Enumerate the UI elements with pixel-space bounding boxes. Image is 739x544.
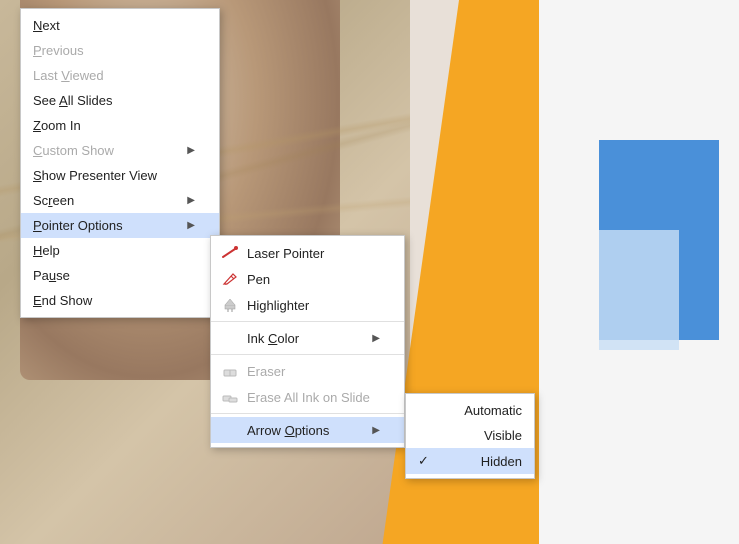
menu-item-zoom-in[interactable]: Zoom In — [21, 113, 219, 138]
menu-item-hidden[interactable]: ✓ Hidden — [406, 448, 534, 474]
menu-item-next-label: Next — [33, 18, 60, 33]
menu-item-erase-all-ink[interactable]: Erase All Ink on Slide — [211, 384, 404, 410]
laser-pointer-label: Laser Pointer — [247, 246, 324, 261]
menu-item-ink-color[interactable]: Ink Color ▶ — [211, 325, 404, 351]
pen-label: Pen — [247, 272, 270, 287]
menu-item-show-presenter-view[interactable]: Show Presenter View — [21, 163, 219, 188]
menu-item-screen[interactable]: Screen ▶ — [21, 188, 219, 213]
menu-item-pointer-options-label: Pointer Options — [33, 218, 123, 233]
menu-item-help-label: Help — [33, 243, 60, 258]
menu-item-zoom-in-label: Zoom In — [33, 118, 81, 133]
menu-item-show-presenter-view-label: Show Presenter View — [33, 168, 157, 183]
pen-icon — [221, 271, 241, 287]
visible-label: Visible — [484, 428, 522, 443]
menu-item-custom-show-label: Custom Show — [33, 143, 114, 158]
hidden-label: Hidden — [481, 454, 522, 469]
menu-item-automatic[interactable]: Automatic — [406, 398, 534, 423]
screen-chevron-icon: ▶ — [187, 195, 195, 206]
eraser-icon — [221, 363, 241, 379]
eraser-label: Eraser — [247, 364, 285, 379]
light-blue-rectangle — [599, 230, 679, 350]
pointer-options-submenu: Laser Pointer Pen — [210, 235, 405, 448]
menu-item-screen-label: Screen — [33, 193, 74, 208]
laser-pointer-icon — [221, 245, 241, 261]
pointer-options-chevron-icon: ▶ — [187, 220, 195, 231]
menu-item-pause[interactable]: Pause — [21, 263, 219, 288]
erase-all-ink-label: Erase All Ink on Slide — [247, 390, 370, 405]
ink-color-content: Ink Color — [221, 330, 299, 346]
menu-item-pen[interactable]: Pen — [211, 266, 404, 292]
menu-item-see-all-slides-label: See All Slides — [33, 93, 113, 108]
menu-item-eraser[interactable]: Eraser — [211, 358, 404, 384]
ink-color-chevron-icon: ▶ — [372, 333, 380, 344]
menu-item-previous[interactable]: Previous — [21, 38, 219, 63]
menu-item-see-all-slides[interactable]: See All Slides — [21, 88, 219, 113]
arrow-options-submenu: Automatic Visible ✓ Hidden — [405, 393, 535, 479]
visible-check-icon — [418, 428, 436, 443]
menu-item-pointer-options[interactable]: Pointer Options ▶ — [21, 213, 219, 238]
menu-item-arrow-options[interactable]: Arrow Options ▶ — [211, 417, 404, 443]
menu-item-last-viewed[interactable]: Last Viewed — [21, 63, 219, 88]
arrow-options-label: Arrow Options — [247, 423, 329, 438]
arrow-options-icon — [221, 422, 241, 438]
separator-3 — [211, 413, 404, 414]
menu-item-end-show[interactable]: End Show — [21, 288, 219, 313]
menu-item-help[interactable]: Help — [21, 238, 219, 263]
menu-item-last-viewed-label: Last Viewed — [33, 68, 104, 83]
arrow-options-content: Arrow Options — [221, 422, 329, 438]
highlighter-icon — [221, 297, 241, 313]
hidden-check-icon: ✓ — [418, 453, 436, 469]
ink-color-icon — [221, 330, 241, 346]
menu-item-visible[interactable]: Visible — [406, 423, 534, 448]
ink-color-label: Ink Color — [247, 331, 299, 346]
separator-2 — [211, 354, 404, 355]
menu-item-laser-pointer[interactable]: Laser Pointer — [211, 240, 404, 266]
highlighter-label: Highlighter — [247, 298, 309, 313]
laser-pointer-content: Laser Pointer — [221, 245, 324, 261]
menu-item-highlighter[interactable]: Highlighter — [211, 292, 404, 318]
highlighter-content: Highlighter — [221, 297, 309, 313]
arrow-options-chevron-icon: ▶ — [372, 425, 380, 436]
eraser-content: Eraser — [221, 363, 285, 379]
menu-item-custom-show[interactable]: Custom Show ▶ — [21, 138, 219, 163]
menu-item-pause-label: Pause — [33, 268, 70, 283]
main-context-menu: Next Previous Last Viewed See All Slides… — [20, 8, 220, 318]
custom-show-chevron-icon: ▶ — [187, 145, 195, 156]
automatic-check-icon — [418, 403, 436, 418]
menu-item-next[interactable]: Next — [21, 13, 219, 38]
separator-1 — [211, 321, 404, 322]
menu-item-previous-label: Previous — [33, 43, 84, 58]
erase-all-ink-icon — [221, 389, 241, 405]
automatic-label: Automatic — [464, 403, 522, 418]
erase-all-ink-content: Erase All Ink on Slide — [221, 389, 370, 405]
menu-item-end-show-label: End Show — [33, 293, 92, 308]
pen-content: Pen — [221, 271, 270, 287]
